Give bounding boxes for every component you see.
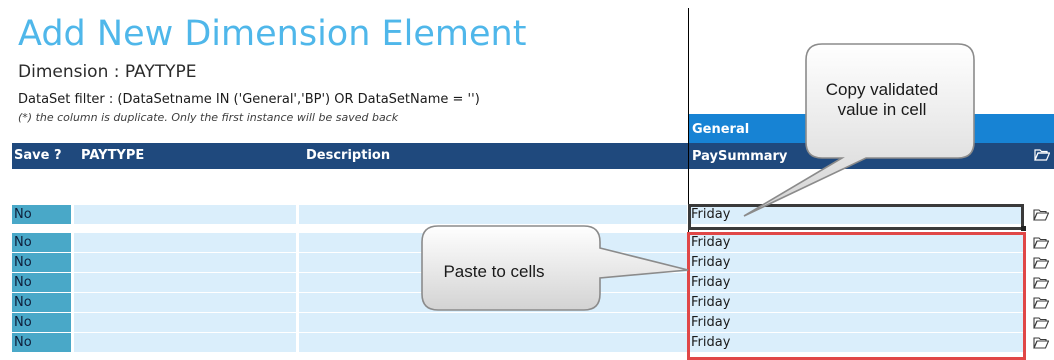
callout-shapes [421,43,975,311]
copy-callout-bubble [743,43,975,217]
copy-callout-text: Copy validated value in cell [825,80,939,119]
paste-callout-text: Paste to cells [443,262,545,281]
